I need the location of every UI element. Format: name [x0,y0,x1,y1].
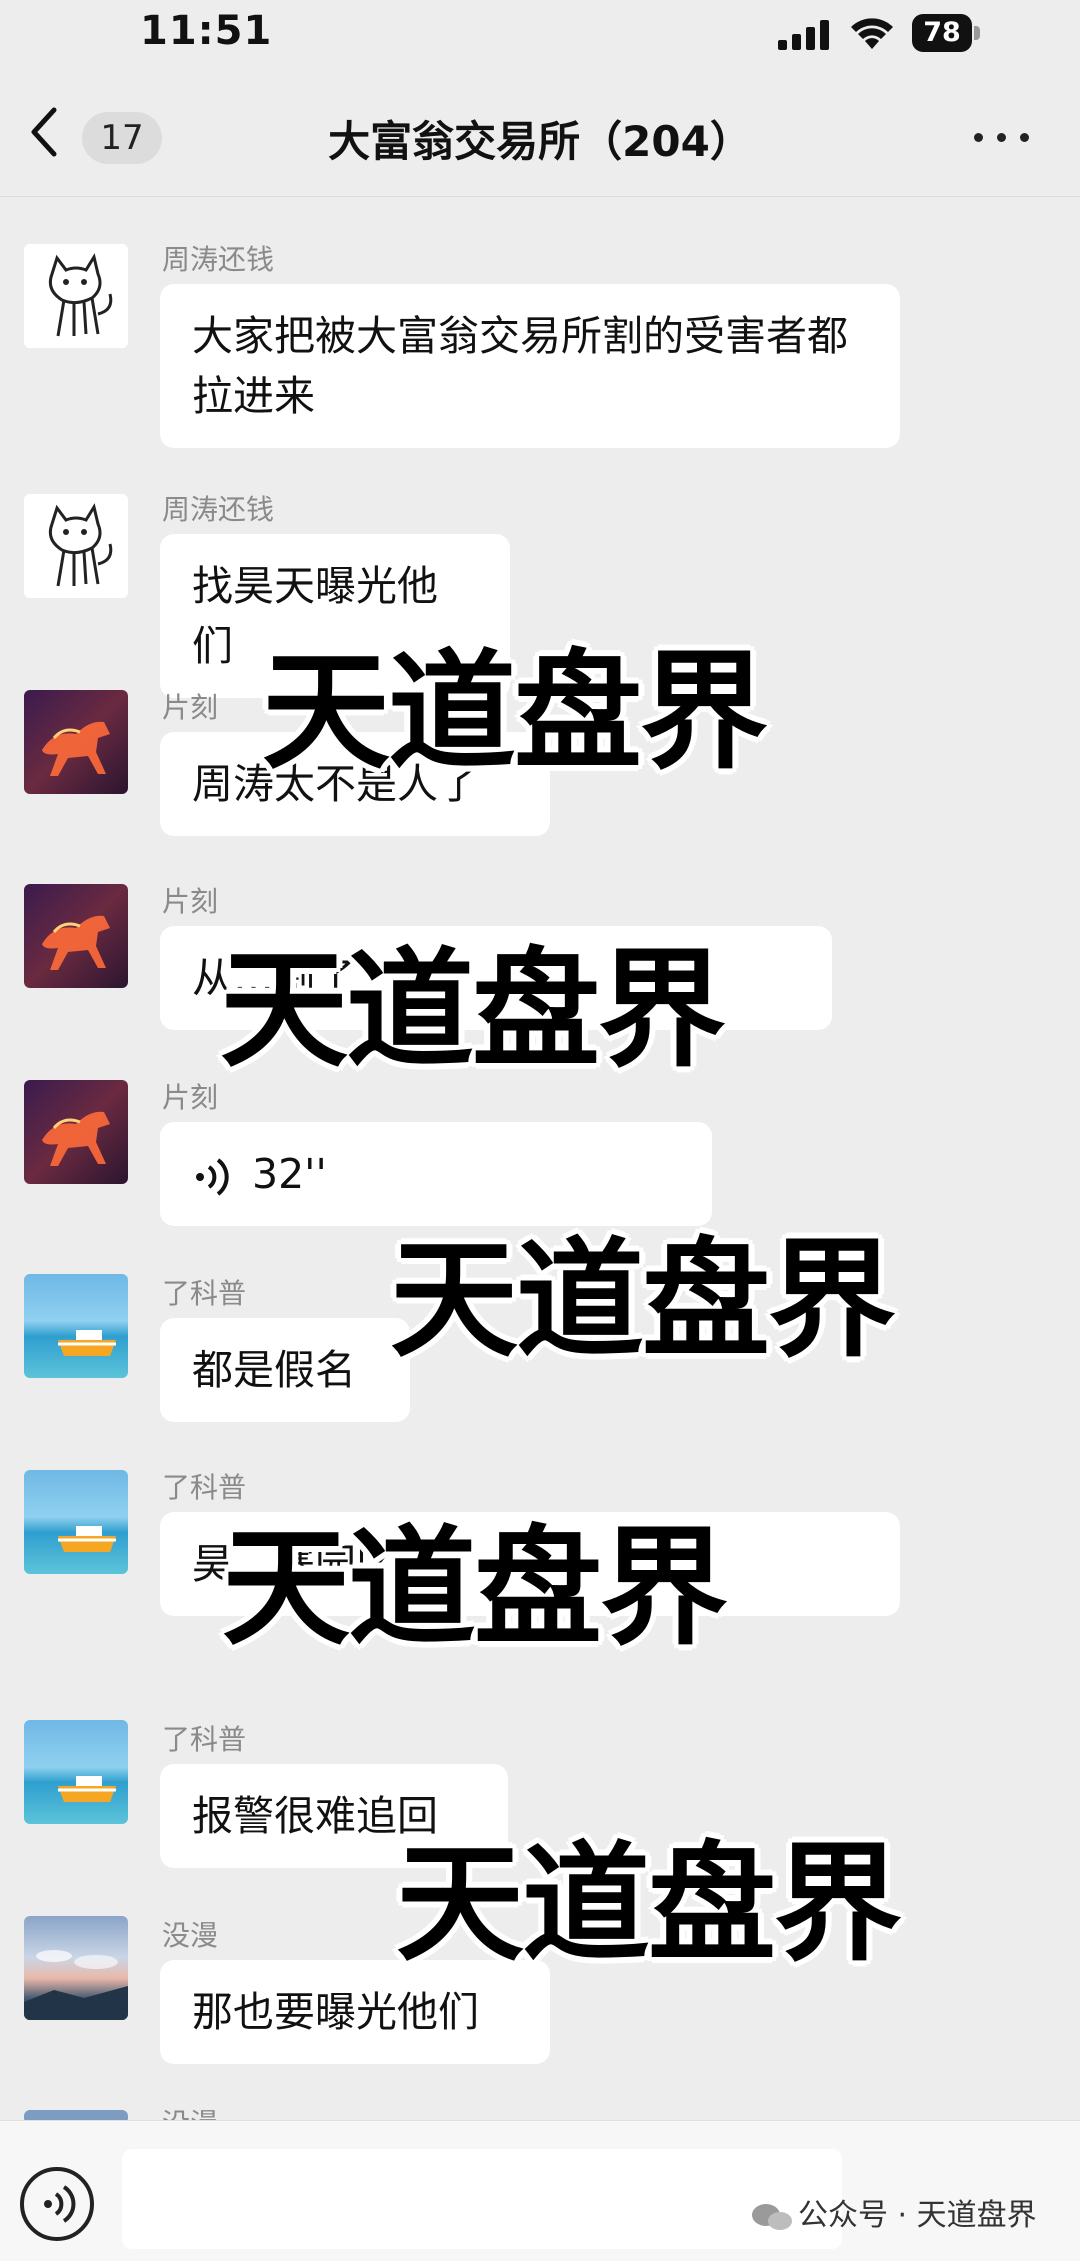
voice-duration: 32'' [252,1150,327,1198]
sender-name: 了科普 [162,1277,247,1310]
avatar[interactable] [24,884,128,988]
cellular-signal-icon [778,20,829,50]
avatar[interactable] [24,690,128,794]
watermark-text: 天道盘界 [262,637,768,787]
avatar[interactable] [24,244,128,348]
fire-horse-icon [42,1111,110,1166]
back-chevron-icon[interactable] [24,102,64,162]
message-bubble[interactable]: 大家把被大富翁交易所割的受害者都拉进来 [160,284,900,448]
avatar[interactable] [24,1916,128,2020]
sender-name: 周涛还钱 [162,493,275,526]
status-bar: 11:51 78 [0,0,1080,66]
sender-name: 片刻 [162,691,219,724]
watermark-text: 天道盘界 [390,1225,896,1375]
watermark-text: 天道盘界 [396,1829,902,1979]
avatar[interactable] [24,1274,128,1378]
footer-watermark-text: 公众号 · 天道盘界 [798,2198,1037,2233]
message-bubble[interactable]: 都是假名 [160,1318,410,1422]
boat-icon [58,1330,116,1356]
boat-icon [58,1526,116,1552]
chat-title: 大富翁交易所（204） [328,117,752,166]
unread-count-badge[interactable]: 17 [82,112,162,164]
message-input[interactable] [122,2149,842,2249]
cat-drawing-icon [24,244,128,348]
avatar[interactable] [24,494,128,598]
sender-name: 没漫 [162,1919,219,1952]
fire-horse-icon [42,915,110,970]
fire-horse-icon [42,721,110,776]
watermark-text: 天道盘界 [220,935,726,1085]
sender-name: 片刻 [162,885,219,918]
avatar[interactable] [24,1470,128,1574]
avatar[interactable] [24,1080,128,1184]
footer-watermark: 公众号 · 天道盘界 [750,2190,1037,2234]
battery-icon: 78 [912,14,984,54]
avatar[interactable] [24,1720,128,1824]
boat-icon [58,1776,116,1802]
battery-level: 78 [912,14,972,52]
wifi-icon [851,18,893,49]
status-time: 11:51 [140,8,273,54]
sky-clouds-icon [24,1950,128,2020]
voice-wave-icon [196,1158,229,1196]
voice-wave-icon [44,2185,76,2223]
sender-name: 片刻 [162,1081,219,1114]
watermark-text: 天道盘界 [222,1513,728,1663]
sender-name: 周涛还钱 [162,243,275,276]
voice-input-toggle[interactable] [20,2167,94,2241]
chat-header: 17 大富翁交易所（204） [0,66,1080,197]
sender-name: 了科普 [162,1723,247,1756]
wechat-icon [752,2203,792,2230]
more-options-icon[interactable] [970,122,1034,152]
cat-drawing-icon [24,494,128,598]
